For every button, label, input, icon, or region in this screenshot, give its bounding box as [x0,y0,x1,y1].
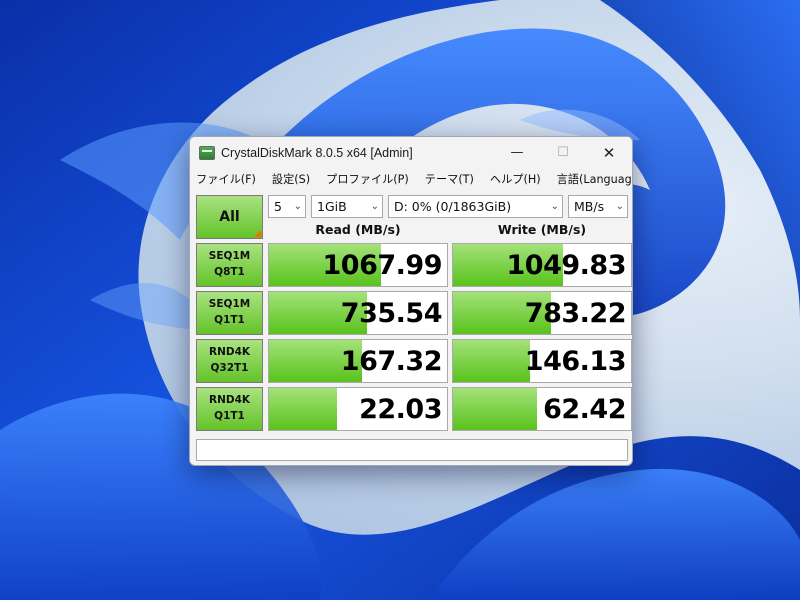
read-result-cell: 735.54 [268,291,448,335]
read-value: 1067.99 [322,249,443,281]
test-name: SEQ1M [208,298,251,311]
unit-value: MB/s [574,199,605,214]
close-button[interactable]: ✕ [586,137,632,168]
chevron-down-icon: ⌄ [550,201,559,212]
test-name: RND4K [208,394,251,407]
menu-theme[interactable]: テーマ(T) [424,169,475,189]
title-bar[interactable]: CrystalDiskMark 8.0.5 x64 [Admin] — ☐ ✕ [190,137,632,168]
write-result-cell: 62.42 [452,387,632,431]
test-name: SEQ1M [208,250,251,263]
test-params: Q8T1 [214,266,245,278]
benchmark-panel: All 5 ⌄ 1GiB ⌄ D: 0% (0/1863GiB) ⌄ MB/s … [196,192,632,461]
read-result-cell: 1067.99 [268,243,448,287]
read-progress-bar [269,388,337,430]
menu-profile[interactable]: プロファイル(P) [325,169,410,189]
test-name: RND4K [208,346,251,359]
read-result-cell: 22.03 [268,387,448,431]
test-params: Q32T1 [210,362,249,374]
menu-bar: ファイル(F) 設定(S) プロファイル(P) テーマ(T) ヘルプ(H) 言語… [190,168,632,190]
test-button-rnd4k-q32t1[interactable]: RND4K Q32T1 [196,339,263,383]
chevron-down-icon: ⌄ [615,201,624,212]
crystaldiskmark-window: CrystalDiskMark 8.0.5 x64 [Admin] — ☐ ✕ … [189,136,633,466]
window-title: CrystalDiskMark 8.0.5 x64 [Admin] [221,145,413,160]
test-params: Q1T1 [214,410,245,422]
write-value: 62.42 [543,393,626,425]
menu-help[interactable]: ヘルプ(H) [489,169,542,189]
menu-language[interactable]: 言語(Language) [556,169,632,189]
comment-field[interactable] [196,439,628,461]
read-value: 735.54 [340,297,443,329]
write-column-header: Write (MB/s) [497,222,587,237]
read-column-header: Read (MB/s) [315,222,401,237]
write-result-cell: 783.22 [452,291,632,335]
test-params: Q1T1 [214,314,245,326]
write-value: 146.13 [524,345,627,377]
write-result-cell: 1049.83 [452,243,632,287]
minimize-button[interactable]: — [494,137,540,168]
test-size-value: 1GiB [317,199,347,214]
read-value: 167.32 [340,345,443,377]
write-progress-bar [453,340,530,382]
maximize-button[interactable]: ☐ [540,137,586,168]
write-value: 1049.83 [506,249,627,281]
write-progress-bar [453,388,537,430]
read-value: 22.03 [359,393,442,425]
chevron-down-icon: ⌄ [293,201,302,212]
drive-value: D: 0% (0/1863GiB) [394,199,512,214]
test-button-seq1m-q8t1[interactable]: SEQ1M Q8T1 [196,243,263,287]
test-count-select[interactable]: 5 ⌄ [268,195,306,218]
all-button[interactable]: All [196,195,263,239]
test-button-seq1m-q1t1[interactable]: SEQ1M Q1T1 [196,291,263,335]
read-result-cell: 167.32 [268,339,448,383]
menu-file[interactable]: ファイル(F) [195,169,257,189]
app-disk-icon [199,145,215,160]
drive-select[interactable]: D: 0% (0/1863GiB) ⌄ [388,195,563,218]
test-size-select[interactable]: 1GiB ⌄ [311,195,383,218]
menu-settings[interactable]: 設定(S) [271,169,311,189]
unit-select[interactable]: MB/s ⌄ [568,195,628,218]
write-result-cell: 146.13 [452,339,632,383]
write-value: 783.22 [524,297,627,329]
test-count-value: 5 [274,199,282,214]
chevron-down-icon: ⌄ [370,201,379,212]
test-button-rnd4k-q1t1[interactable]: RND4K Q1T1 [196,387,263,431]
